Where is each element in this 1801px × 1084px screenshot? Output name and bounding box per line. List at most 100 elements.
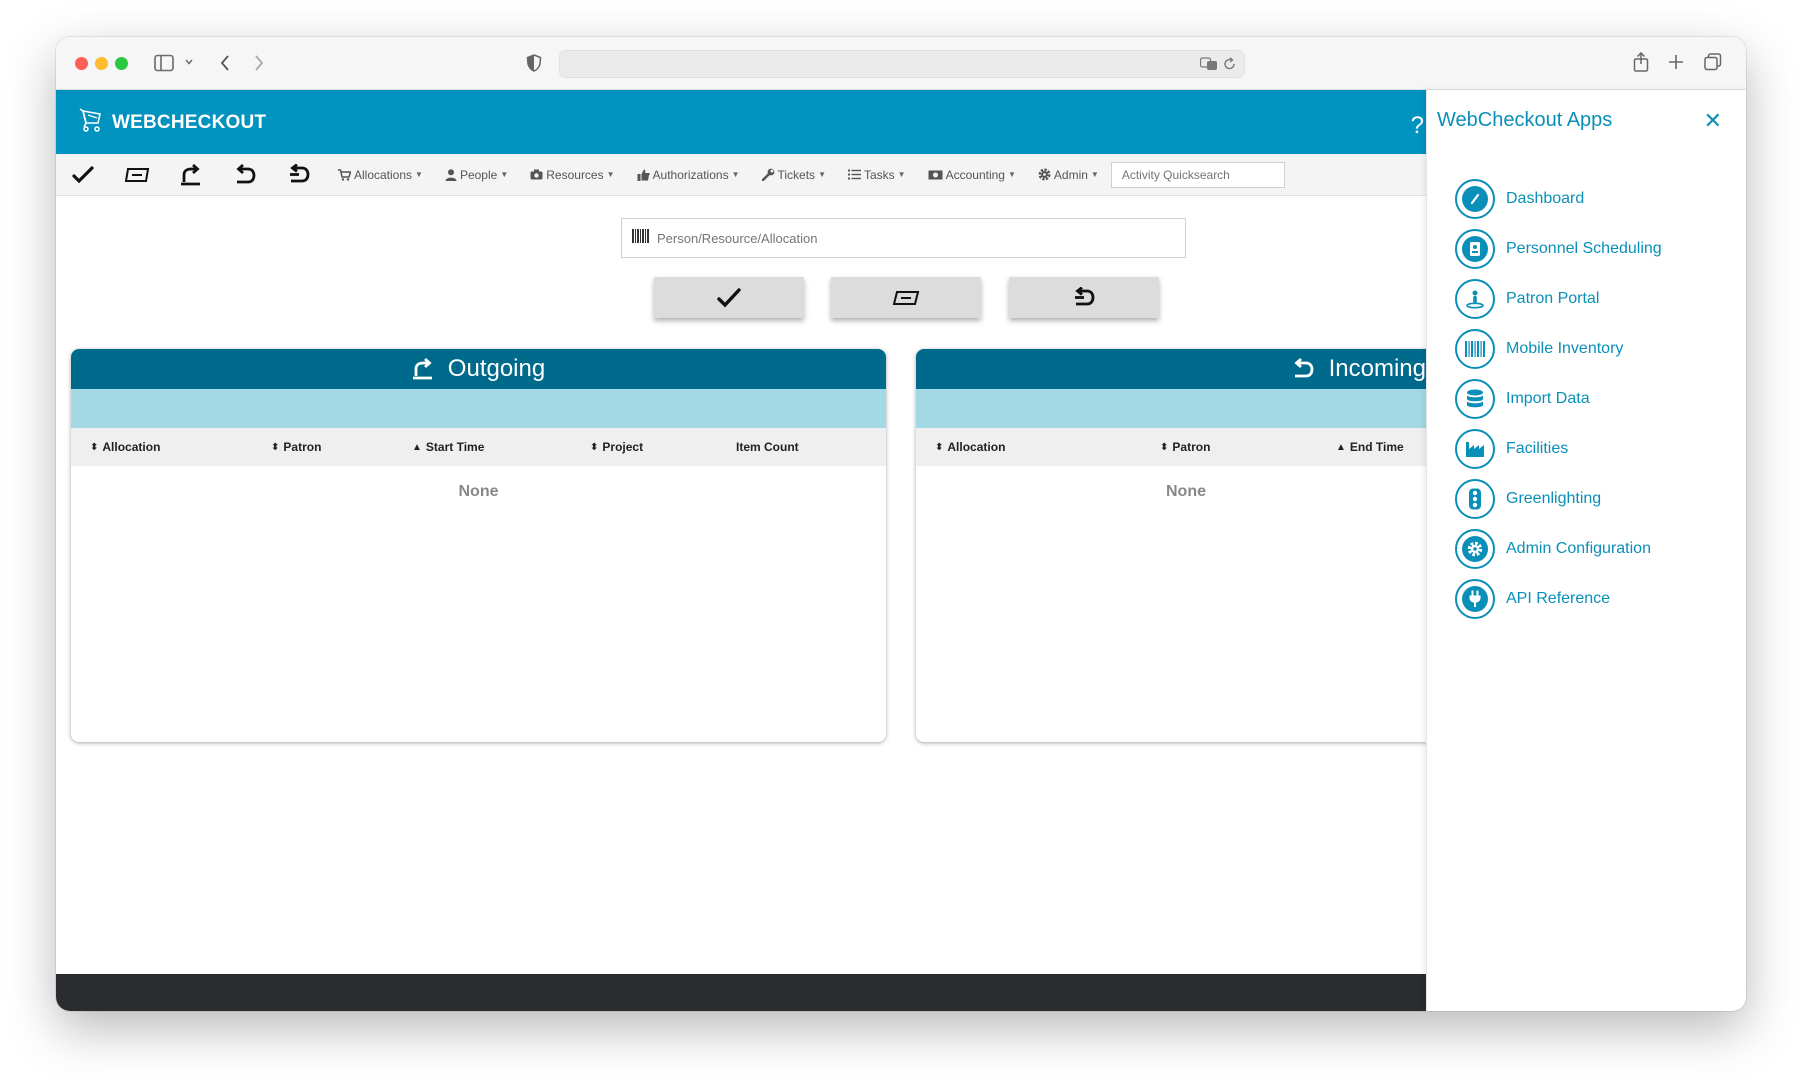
browser-toolbar (56, 37, 1746, 90)
sort-asc-icon: ▲ (1336, 441, 1346, 453)
sort-icon: ⬍ (90, 441, 99, 453)
nav-resources-menu[interactable]: Resources ▼ (530, 168, 615, 182)
outgoing-panel: Outgoing ⬍ Allocation ⬍ Patron ▲ Start Time… (71, 349, 886, 742)
gear-icon (1038, 168, 1051, 181)
minimize-window-button[interactable] (95, 57, 108, 70)
close-icon[interactable]: ✕ (1704, 108, 1722, 134)
nav-authorizations-menu[interactable]: Authorizations ▼ (637, 168, 740, 182)
incoming-panel: Incoming ⬍ Allocation ⬍ Patron ▲ End Time N… (916, 349, 1456, 742)
close-window-button[interactable] (75, 57, 88, 70)
scan-field[interactable] (621, 218, 1186, 258)
outgoing-empty-message: None (458, 483, 499, 500)
col-allocation[interactable]: ⬍ Allocation (90, 440, 160, 454)
back-icon[interactable] (219, 54, 231, 75)
return-quick-button[interactable] (218, 154, 272, 196)
outgoing-quick-button[interactable] (164, 154, 218, 196)
app-item-admin-configuration[interactable]: Admin Configuration (1455, 524, 1662, 574)
outgoing-icon (412, 358, 432, 380)
checkin-quick-button[interactable] (272, 154, 326, 196)
plug-icon (1455, 579, 1495, 619)
checkout-quick-button[interactable] (56, 154, 110, 196)
help-button[interactable]: ? (1411, 112, 1424, 140)
col-patron[interactable]: ⬍ Patron (271, 440, 321, 454)
app-item-mobile-inventory[interactable]: Mobile Inventory (1455, 324, 1662, 374)
nav-tickets-menu[interactable]: Tickets ▼ (761, 168, 826, 182)
database-icon (1455, 379, 1495, 419)
checkout-action-button[interactable] (654, 277, 804, 318)
caret-down-icon: ▼ (500, 170, 509, 179)
outgoing-filter-bar (71, 389, 886, 428)
money-icon (928, 170, 943, 179)
share-icon[interactable] (1633, 51, 1649, 75)
wrench-icon (761, 168, 774, 181)
nav-allocations-menu[interactable]: Allocations ▼ (338, 168, 423, 182)
nav-accounting-label: Accounting (945, 167, 1005, 182)
col-start-time[interactable]: ▲ Start Time (412, 440, 484, 454)
brand-bar: WEBCHECKOUT ? (56, 90, 1426, 154)
sort-icon: ⬍ (271, 441, 280, 453)
reload-icon[interactable] (1223, 57, 1236, 76)
nav-authorizations-label: Authorizations (652, 167, 729, 182)
ticket-icon (892, 290, 920, 305)
checkin-action-button[interactable] (1009, 277, 1159, 318)
translate-icon[interactable] (1199, 57, 1218, 76)
col-project[interactable]: ⬍ Project (590, 440, 643, 454)
list-icon (847, 169, 861, 180)
outgoing-title: Outgoing (447, 355, 546, 382)
reservation-action-button[interactable] (831, 277, 981, 318)
app-item-import-data[interactable]: Import Data (1455, 374, 1662, 424)
app-item-api-reference[interactable]: API Reference (1455, 574, 1662, 624)
caret-down-icon: ▼ (731, 170, 740, 179)
sort-icon: ⬍ (935, 441, 944, 453)
barcode-icon (1455, 329, 1495, 369)
portal-person-icon (1455, 279, 1495, 319)
incoming-title: Incoming (1328, 355, 1426, 382)
cart-logo-icon (78, 107, 104, 138)
nav-people-label: People (459, 167, 498, 182)
outgoing-column-headers: ⬍ Allocation ⬍ Patron ▲ Start Time ⬍ Project… (71, 428, 886, 466)
traffic-light-icon (1455, 479, 1495, 519)
sidebar-toggle-icon[interactable] (154, 54, 174, 75)
tab-overview-icon[interactable] (1704, 53, 1722, 74)
col-allocation[interactable]: ⬍ Allocation (935, 440, 1005, 454)
col-end-time[interactable]: ▲ End Time (1336, 440, 1404, 454)
chevron-down-icon[interactable] (184, 55, 194, 73)
caret-down-icon: ▼ (897, 170, 906, 179)
sort-icon: ⬍ (590, 441, 599, 453)
thumbs-up-icon (637, 169, 650, 181)
sort-icon: ⬍ (1160, 441, 1169, 453)
app-item-greenlighting[interactable]: Greenlighting (1455, 474, 1662, 524)
nav-tasks-menu[interactable]: Tasks ▼ (847, 167, 906, 182)
forward-icon[interactable] (253, 54, 265, 75)
nav-admin-menu[interactable]: Admin ▼ (1038, 168, 1099, 182)
person-icon (445, 168, 457, 181)
caret-down-icon: ▼ (1007, 170, 1016, 179)
barcode-icon (632, 228, 649, 248)
app-item-facilities[interactable]: Facilities (1455, 424, 1662, 474)
nav-people-menu[interactable]: People ▼ (445, 168, 508, 182)
incoming-filter-bar (916, 389, 1456, 428)
nav-tasks-label: Tasks (863, 167, 895, 182)
nav-accounting-menu[interactable]: Accounting ▼ (928, 168, 1016, 182)
dashboard-icon (1455, 179, 1495, 219)
reservation-quick-button[interactable] (110, 154, 164, 196)
app-item-patron-portal[interactable]: Patron Portal (1455, 274, 1662, 324)
logo[interactable]: WEBCHECKOUT (78, 107, 266, 138)
drawer-title: WebCheckout Apps (1437, 109, 1613, 131)
col-patron[interactable]: ⬍ Patron (1160, 440, 1210, 454)
app-item-dashboard[interactable]: Dashboard (1455, 174, 1662, 224)
sort-asc-icon: ▲ (412, 441, 422, 453)
address-bar[interactable] (559, 50, 1245, 78)
caret-down-icon: ▼ (606, 170, 615, 179)
apps-list: Dashboard Personnel Scheduling Patron Po… (1455, 174, 1662, 624)
nav-admin-label: Admin (1053, 167, 1088, 182)
privacy-shield-icon[interactable] (526, 54, 542, 75)
col-item-count[interactable]: Item Count (736, 440, 799, 454)
incoming-icon (1294, 358, 1314, 378)
new-tab-icon[interactable] (1668, 54, 1684, 73)
app-item-personnel-scheduling[interactable]: Personnel Scheduling (1455, 224, 1662, 274)
zoom-window-button[interactable] (115, 57, 128, 70)
scan-input[interactable] (657, 230, 1157, 246)
activity-quicksearch-input[interactable] (1110, 161, 1285, 188)
camera-icon (530, 169, 543, 180)
